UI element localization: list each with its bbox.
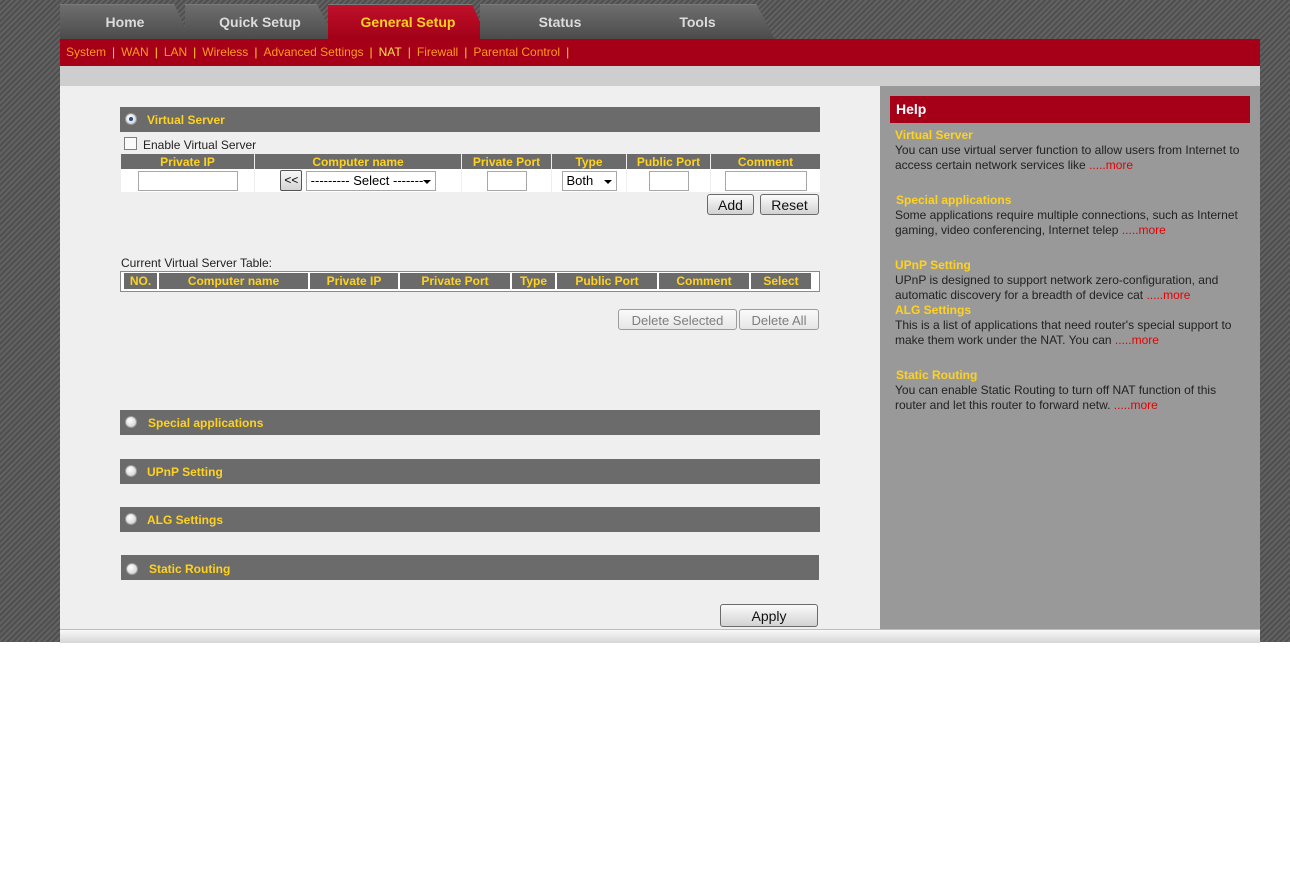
tab-tools[interactable]: Tools: [620, 4, 775, 40]
section-title: Special applications: [148, 416, 264, 430]
column-header: Private Port: [461, 154, 552, 169]
subnav-separator: |: [566, 45, 570, 59]
help-item-title: Virtual Server: [895, 128, 973, 142]
private-ip-input[interactable]: [137, 170, 238, 191]
current-virtual-server-table: NO. Computer name Private IP Private Por…: [120, 271, 820, 292]
enable-virtual-server-checkbox[interactable]: [124, 137, 137, 150]
tab-status[interactable]: Status: [480, 4, 640, 40]
subnav-separator: |: [154, 45, 158, 59]
help-special-applications: Special applications Some applications r…: [895, 193, 1250, 238]
reset-button[interactable]: Reset: [760, 194, 819, 215]
section-virtual-server: Virtual Server: [120, 107, 820, 132]
help-item-title: UPnP Setting: [895, 258, 971, 272]
column-header: Comment: [659, 273, 749, 289]
subnav-nat[interactable]: NAT: [379, 45, 402, 59]
virtual-server-entry-table: Private IP Computer name Private Port Ty…: [120, 154, 820, 192]
subnav-system[interactable]: System: [66, 45, 106, 59]
column-header: NO.: [124, 273, 157, 289]
type-select-value: Both: [566, 172, 594, 188]
special-applications-radio[interactable]: [125, 416, 137, 428]
delete-selected-button[interactable]: Delete Selected: [618, 309, 737, 330]
help-upnp-setting: UPnP Setting UPnP is designed to support…: [895, 258, 1250, 303]
main-content: Virtual Server Enable Virtual Server Pri…: [60, 86, 880, 629]
enable-virtual-server-row: Enable Virtual Server: [124, 137, 256, 152]
help-item-text: You can enable Static Routing to turn of…: [895, 383, 1217, 412]
subnav-separator: |: [369, 45, 373, 59]
upnp-setting-radio[interactable]: [125, 465, 137, 477]
subnav-separator: |: [464, 45, 468, 59]
type-select[interactable]: Both: [561, 170, 617, 191]
column-header: Comment: [710, 154, 820, 169]
more-link[interactable]: .....more: [1122, 223, 1166, 237]
help-title-text: Help: [896, 101, 927, 117]
section-title: Virtual Server: [147, 113, 225, 127]
help-item-text: You can use virtual server function to a…: [895, 143, 1240, 172]
help-item-text: Some applications require multiple conne…: [895, 208, 1238, 237]
section-static-routing: Static Routing: [121, 555, 819, 580]
title-strip: [60, 66, 1260, 86]
apply-button[interactable]: Apply: [720, 604, 818, 627]
more-link[interactable]: .....more: [1146, 288, 1190, 302]
help-virtual-server: Virtual Server You can use virtual serve…: [895, 128, 1250, 173]
subnav-separator: |: [193, 45, 197, 59]
sub-navigation: System | WAN | LAN | Wireless | Advanced Setting…: [60, 39, 1260, 66]
column-header: Computer name: [159, 273, 308, 289]
help-title: Help: [890, 96, 1250, 123]
section-title: UPnP Setting: [147, 465, 223, 479]
more-link[interactable]: .....more: [1089, 158, 1133, 172]
private-port-input[interactable]: [486, 170, 527, 191]
subnav-lan[interactable]: LAN: [164, 45, 187, 59]
tab-quick-setup[interactable]: Quick Setup: [185, 4, 335, 40]
section-title: ALG Settings: [147, 513, 224, 527]
current-table-caption: Current Virtual Server Table:: [121, 256, 272, 270]
delete-all-button[interactable]: Delete All: [739, 309, 819, 330]
public-port-input[interactable]: [648, 170, 689, 191]
virtual-server-radio[interactable]: [125, 113, 137, 125]
computer-name-select[interactable]: --------- Select -------: [305, 170, 436, 191]
column-header: Computer name: [254, 154, 462, 169]
main-tab-bar: Home Quick Setup General Setup Status To…: [60, 4, 1260, 40]
help-item-title: Static Routing: [896, 368, 978, 382]
subnav-separator: |: [407, 45, 411, 59]
more-link[interactable]: .....more: [1114, 398, 1158, 412]
subnav-separator: |: [112, 45, 116, 59]
section-special-applications: Special applications: [120, 410, 820, 435]
column-header: Public Port: [557, 273, 657, 289]
column-header: Private Port: [400, 273, 510, 289]
column-header: Private IP: [120, 154, 255, 169]
tab-general-setup[interactable]: General Setup: [328, 4, 488, 40]
help-alg-settings: ALG Settings This is a list of applicati…: [895, 303, 1250, 348]
column-header: Private IP: [310, 273, 398, 289]
section-upnp-setting: UPnP Setting: [120, 459, 820, 484]
subnav-separator: |: [254, 45, 258, 59]
alg-settings-radio[interactable]: [125, 513, 137, 525]
subnav-parental-control[interactable]: Parental Control: [473, 45, 560, 59]
add-button[interactable]: Add: [707, 194, 754, 215]
chevron-down-icon: [422, 179, 431, 184]
section-alg-settings: ALG Settings: [120, 507, 820, 532]
subnav-firewall[interactable]: Firewall: [417, 45, 458, 59]
help-panel: Help Virtual Server You can use virtual …: [880, 86, 1260, 629]
help-static-routing: Static Routing You can enable Static Rou…: [895, 368, 1250, 413]
column-header: Public Port: [626, 154, 711, 169]
copy-computer-button[interactable]: <<: [280, 170, 303, 191]
subnav-wan[interactable]: WAN: [121, 45, 149, 59]
column-header: Type: [512, 273, 555, 289]
footer-line: [60, 629, 1260, 643]
comment-input[interactable]: [724, 170, 807, 191]
help-item-text: This is a list of applications that need…: [895, 318, 1232, 347]
section-title: Static Routing: [149, 562, 231, 576]
help-item-title: ALG Settings: [895, 303, 972, 317]
chevron-down-icon: [603, 179, 612, 184]
column-header: Type: [551, 154, 627, 169]
computer-name-select-value: --------- Select -------: [310, 172, 424, 188]
static-routing-radio[interactable]: [126, 563, 138, 575]
subnav-advanced-settings[interactable]: Advanced Settings: [263, 45, 363, 59]
column-header: Select: [751, 273, 811, 289]
subnav-wireless[interactable]: Wireless: [202, 45, 248, 59]
enable-virtual-server-label: Enable Virtual Server: [143, 138, 257, 152]
help-item-title: Special applications: [896, 193, 1012, 207]
tab-home[interactable]: Home: [60, 4, 190, 40]
more-link[interactable]: .....more: [1115, 333, 1159, 347]
